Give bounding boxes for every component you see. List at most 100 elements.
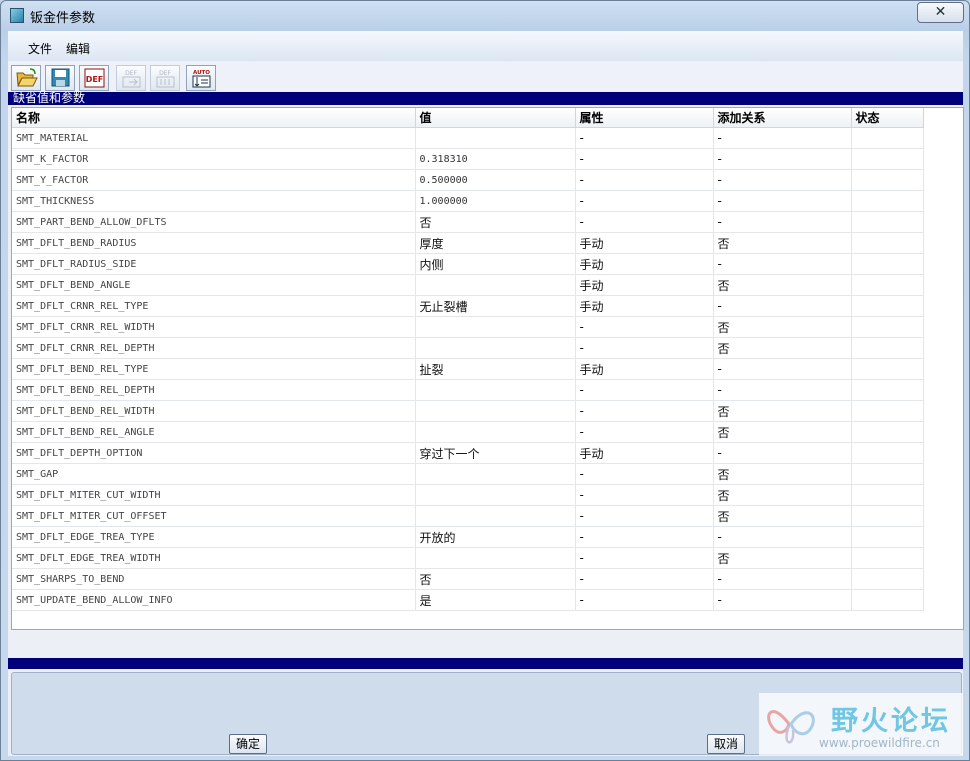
- cell-status[interactable]: [851, 295, 924, 317]
- col-header-relation[interactable]: 添加关系: [713, 108, 852, 128]
- cell-relation[interactable]: -: [713, 442, 852, 464]
- cell-value[interactable]: 无止裂槽: [415, 295, 576, 317]
- cell-name[interactable]: SMT_DFLT_BEND_REL_ANGLE: [12, 421, 416, 443]
- cell-value[interactable]: [415, 484, 576, 506]
- cell-relation[interactable]: 否: [713, 505, 852, 527]
- table-row[interactable]: SMT_DFLT_CRNR_REL_TYPE 无止裂槽 手动 -: [12, 295, 924, 317]
- table-row[interactable]: SMT_DFLT_RADIUS_SIDE 内侧 手动 -: [12, 253, 924, 275]
- menu-edit[interactable]: 编辑: [66, 40, 90, 57]
- cell-attribute[interactable]: -: [575, 526, 714, 548]
- save-button[interactable]: [45, 65, 75, 91]
- cell-status[interactable]: [851, 589, 924, 611]
- cell-relation[interactable]: 否: [713, 463, 852, 485]
- cell-relation[interactable]: -: [713, 358, 852, 380]
- cell-relation[interactable]: 否: [713, 547, 852, 569]
- table-row[interactable]: SMT_DFLT_MITER_CUT_OFFSET - 否: [12, 505, 924, 527]
- cell-attribute[interactable]: -: [575, 190, 714, 212]
- cell-name[interactable]: SMT_DFLT_BEND_REL_TYPE: [12, 358, 416, 380]
- cell-relation[interactable]: 否: [713, 274, 852, 296]
- table-row[interactable]: SMT_DFLT_EDGE_TREA_WIDTH - 否: [12, 547, 924, 569]
- cell-status[interactable]: [851, 358, 924, 380]
- cell-status[interactable]: [851, 232, 924, 254]
- cell-name[interactable]: SMT_K_FACTOR: [12, 148, 416, 170]
- cell-name[interactable]: SMT_DFLT_EDGE_TREA_WIDTH: [12, 547, 416, 569]
- cell-relation[interactable]: 否: [713, 232, 852, 254]
- cell-relation[interactable]: 否: [713, 316, 852, 338]
- cell-name[interactable]: SMT_DFLT_EDGE_TREA_TYPE: [12, 526, 416, 548]
- cell-status[interactable]: [851, 211, 924, 233]
- cell-name[interactable]: SMT_MATERIAL: [12, 127, 416, 149]
- cell-value[interactable]: [415, 316, 576, 338]
- cell-name[interactable]: SMT_DFLT_BEND_REL_DEPTH: [12, 379, 416, 401]
- cell-value[interactable]: 扯裂: [415, 358, 576, 380]
- def-import-button[interactable]: DEF: [116, 65, 146, 91]
- cell-value[interactable]: [415, 379, 576, 401]
- table-row[interactable]: SMT_DFLT_EDGE_TREA_TYPE 开放的 - -: [12, 526, 924, 548]
- cell-attribute[interactable]: -: [575, 484, 714, 506]
- cell-value[interactable]: 厚度: [415, 232, 576, 254]
- cell-attribute[interactable]: -: [575, 421, 714, 443]
- cell-attribute[interactable]: -: [575, 379, 714, 401]
- cell-attribute[interactable]: 手动: [575, 442, 714, 464]
- cell-relation[interactable]: 否: [713, 400, 852, 422]
- cell-name[interactable]: SMT_DFLT_DEPTH_OPTION: [12, 442, 416, 464]
- cell-value[interactable]: [415, 505, 576, 527]
- cell-attribute[interactable]: -: [575, 400, 714, 422]
- cell-attribute[interactable]: -: [575, 568, 714, 590]
- title-bar[interactable]: 钣金件参数 ✕: [1, 1, 969, 29]
- cell-relation[interactable]: -: [713, 127, 852, 149]
- table-row[interactable]: SMT_GAP - 否: [12, 463, 924, 485]
- def-export-button[interactable]: DEF: [150, 65, 180, 91]
- cell-relation[interactable]: -: [713, 148, 852, 170]
- cell-name[interactable]: SMT_DFLT_CRNR_REL_WIDTH: [12, 316, 416, 338]
- cell-attribute[interactable]: -: [575, 148, 714, 170]
- cell-attribute[interactable]: -: [575, 169, 714, 191]
- cell-status[interactable]: [851, 190, 924, 212]
- cell-attribute[interactable]: -: [575, 463, 714, 485]
- cell-value[interactable]: [415, 400, 576, 422]
- cell-name[interactable]: SMT_DFLT_BEND_ANGLE: [12, 274, 416, 296]
- cell-value[interactable]: [415, 463, 576, 485]
- cell-name[interactable]: SMT_DFLT_RADIUS_SIDE: [12, 253, 416, 275]
- cell-relation[interactable]: -: [713, 379, 852, 401]
- cell-attribute[interactable]: -: [575, 547, 714, 569]
- table-row[interactable]: SMT_K_FACTOR 0.318310- -: [12, 148, 924, 170]
- cell-value[interactable]: [415, 274, 576, 296]
- cell-value[interactable]: 否: [415, 568, 576, 590]
- table-row[interactable]: SMT_DFLT_BEND_RADIUS 厚度 手动否: [12, 232, 924, 254]
- cell-relation[interactable]: 否: [713, 421, 852, 443]
- table-row[interactable]: SMT_DFLT_CRNR_REL_WIDTH - 否: [12, 316, 924, 338]
- col-header-attribute[interactable]: 属性: [575, 108, 714, 128]
- cell-status[interactable]: [851, 169, 924, 191]
- cell-relation[interactable]: -: [713, 253, 852, 275]
- cell-value[interactable]: [415, 127, 576, 149]
- table-row[interactable]: SMT_SHARPS_TO_BEND 否 - -: [12, 568, 924, 590]
- cell-value[interactable]: [415, 421, 576, 443]
- cell-value[interactable]: 内侧: [415, 253, 576, 275]
- table-row[interactable]: SMT_DFLT_CRNR_REL_DEPTH - 否: [12, 337, 924, 359]
- cell-attribute[interactable]: -: [575, 127, 714, 149]
- col-header-value[interactable]: 值: [415, 108, 576, 128]
- cell-status[interactable]: [851, 505, 924, 527]
- table-row[interactable]: SMT_PART_BEND_ALLOW_DFLTS 否 - -: [12, 211, 924, 233]
- cell-name[interactable]: SMT_GAP: [12, 463, 416, 485]
- cell-status[interactable]: [851, 547, 924, 569]
- cell-status[interactable]: [851, 148, 924, 170]
- cell-name[interactable]: SMT_Y_FACTOR: [12, 169, 416, 191]
- table-row[interactable]: SMT_UPDATE_BEND_ALLOW_INFO 是 - -: [12, 589, 924, 611]
- cell-status[interactable]: [851, 421, 924, 443]
- cell-name[interactable]: SMT_DFLT_CRNR_REL_DEPTH: [12, 337, 416, 359]
- cell-status[interactable]: [851, 253, 924, 275]
- ok-button[interactable]: 确定: [229, 734, 267, 754]
- cell-name[interactable]: SMT_DFLT_MITER_CUT_OFFSET: [12, 505, 416, 527]
- cell-status[interactable]: [851, 274, 924, 296]
- cell-value[interactable]: [415, 547, 576, 569]
- cell-relation[interactable]: -: [713, 211, 852, 233]
- cell-status[interactable]: [851, 379, 924, 401]
- cell-status[interactable]: [851, 400, 924, 422]
- cell-relation[interactable]: -: [713, 568, 852, 590]
- cell-value[interactable]: 否: [415, 211, 576, 233]
- cell-relation[interactable]: -: [713, 295, 852, 317]
- cell-attribute[interactable]: 手动: [575, 232, 714, 254]
- cell-status[interactable]: [851, 568, 924, 590]
